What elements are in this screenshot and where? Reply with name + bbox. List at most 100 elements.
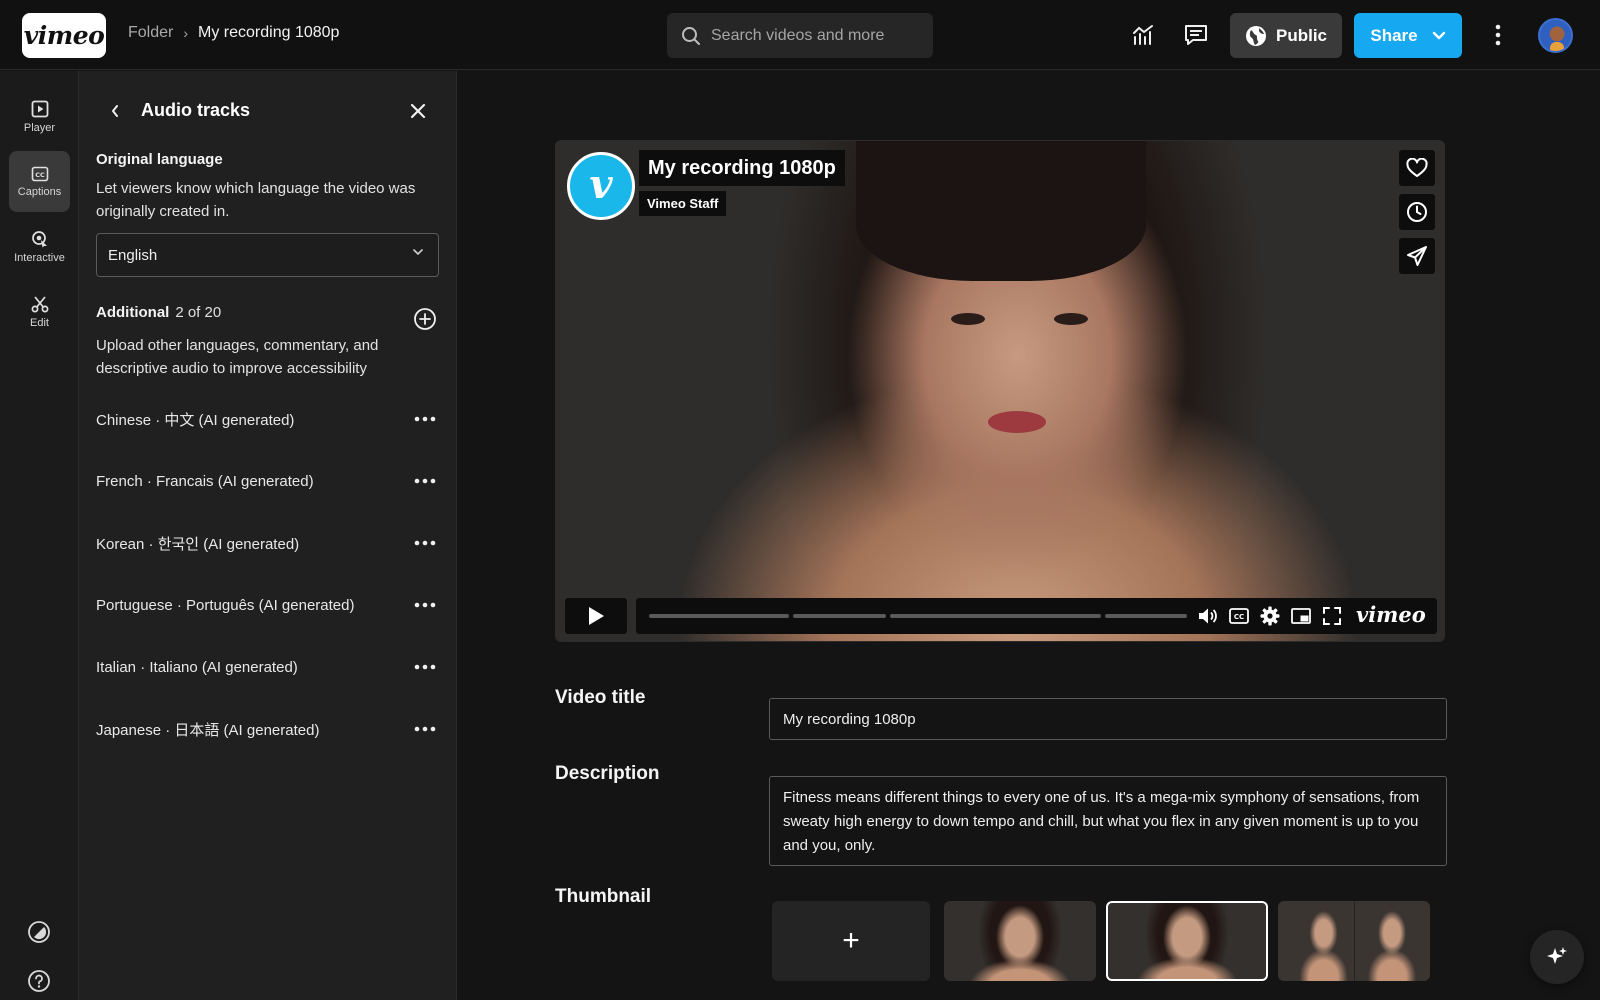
progress-chapter[interactable] [890, 614, 1101, 618]
more-horizontal-icon[interactable] [412, 718, 438, 740]
more-horizontal-icon[interactable] [412, 656, 438, 678]
more-vertical-icon[interactable] [1483, 20, 1513, 50]
progress-chapter[interactable] [1105, 614, 1187, 618]
rail-item-captions[interactable]: CC Captions [9, 151, 70, 212]
captions-cc-icon[interactable]: CC [1228, 605, 1250, 627]
video-title-label: Video title [555, 687, 646, 708]
player-icon [31, 100, 48, 117]
player-control-bar: CC vimeo [636, 598, 1437, 634]
analytics-icon[interactable] [1128, 20, 1158, 50]
player-controls: CC vimeo [565, 598, 1437, 634]
audio-track-label: Chinese · 中文 (AI generated) [96, 411, 295, 429]
privacy-public-button[interactable]: Public [1230, 13, 1342, 58]
user-avatar[interactable] [1538, 18, 1573, 53]
breadcrumb-folder-link[interactable]: Folder [128, 24, 173, 42]
video-frame-hair [856, 141, 1146, 281]
watch-later-clock-icon[interactable] [1399, 194, 1435, 230]
vimeo-logo[interactable]: vimeo [22, 13, 106, 58]
help-icon[interactable] [24, 966, 54, 996]
player-vimeo-logo[interactable]: vimeo [1356, 602, 1426, 627]
audio-track-item[interactable]: Japanese · 日本語 (AI generated) [96, 714, 441, 744]
audio-track-label: Korean · 한국인 (AI generated) [96, 535, 300, 553]
audio-track-item[interactable]: French · Francais (AI generated) [96, 466, 441, 496]
captions-icon: CC [31, 166, 48, 181]
additional-label: Additional [96, 304, 170, 321]
video-frame-lips [988, 411, 1046, 433]
breadcrumb-separator: › [183, 25, 189, 41]
ai-sparkle-button[interactable] [1530, 930, 1584, 984]
comments-icon[interactable] [1181, 20, 1211, 50]
appearance-icon[interactable] [24, 917, 54, 947]
picture-in-picture-icon[interactable] [1290, 605, 1312, 627]
description-label: Description [555, 763, 660, 784]
audio-track-label: Japanese · 日本語 (AI generated) [96, 721, 320, 739]
video-frame-eye [951, 313, 985, 325]
additional-title: Additional 2 of 20 [96, 304, 221, 321]
audio-track-item[interactable]: Italian · Italiano (AI generated) [96, 652, 441, 682]
additional-description: Upload other languages, commentary, and … [96, 337, 379, 377]
share-button[interactable]: Share [1354, 13, 1462, 58]
like-heart-icon[interactable] [1399, 150, 1435, 186]
rail-item-edit[interactable]: Edit [9, 281, 70, 342]
search-input[interactable] [711, 26, 911, 45]
share-label: Share [1370, 25, 1418, 45]
progress-chapter[interactable] [649, 614, 789, 618]
audio-tracks-panel: Audio tracks Original language Let viewe… [79, 71, 457, 1000]
original-language-title: Original language [96, 151, 223, 168]
thumbnail-label: Thumbnail [555, 886, 652, 907]
rail-item-player[interactable]: Player [9, 86, 70, 147]
progress-chapter[interactable] [793, 614, 886, 618]
rail-item-interactive[interactable]: Interactive [9, 216, 70, 277]
fullscreen-icon[interactable] [1321, 605, 1343, 627]
sparkle-icon [1547, 947, 1567, 964]
search-bar[interactable] [667, 13, 933, 58]
selected-language: English [108, 246, 158, 264]
original-language-description: Let viewers know which language the vide… [96, 180, 416, 220]
more-horizontal-icon[interactable] [412, 594, 438, 616]
logo-text: vimeo [23, 21, 105, 50]
chevron-down-icon [413, 249, 423, 256]
back-chevron-icon[interactable] [103, 99, 127, 123]
audio-track-label: Portuguese · Português (AI generated) [96, 596, 355, 614]
rail-item-label: Interactive [14, 251, 65, 264]
top-bar: vimeo Folder › My recording 1080p Public… [0, 0, 1600, 70]
thumbnail-option[interactable] [1278, 901, 1430, 981]
panel-title: Audio tracks [141, 100, 251, 120]
breadcrumb-current: My recording 1080p [198, 24, 340, 41]
more-horizontal-icon[interactable] [412, 470, 438, 492]
video-frame-eye [1054, 313, 1088, 325]
thumbnail-option[interactable] [944, 901, 1096, 981]
rail-item-label: Player [23, 121, 56, 134]
thumbnail-option-selected[interactable] [1106, 901, 1268, 981]
rail-item-label: Edit [30, 316, 49, 329]
main-content: v My recording 1080p Vimeo Staff CC vime… [458, 71, 1600, 1000]
original-language-select[interactable]: English [96, 233, 439, 277]
audio-track-item[interactable]: Korean · 한국인 (AI generated) [96, 528, 441, 558]
chevron-down-icon [1432, 31, 1445, 39]
audio-track-label: French · Francais (AI generated) [96, 472, 314, 490]
audio-track-item[interactable]: Chinese · 中文 (AI generated) [96, 404, 441, 434]
close-icon[interactable] [405, 98, 431, 124]
volume-icon[interactable] [1197, 605, 1219, 627]
left-rail: Player CC Captions Interactive Edit [0, 71, 79, 1000]
public-label: Public [1275, 25, 1327, 45]
additional-count: 2 of 20 [175, 304, 222, 321]
search-icon [682, 26, 700, 45]
audio-track-item[interactable]: Portuguese · Português (AI generated) [96, 590, 441, 620]
svg-text:CC: CC [1234, 613, 1244, 621]
player-video-title[interactable]: My recording 1080p [639, 150, 845, 186]
video-title-input[interactable] [769, 698, 1447, 740]
vimeo-badge-icon[interactable]: v [567, 152, 635, 220]
video-player[interactable]: v My recording 1080p Vimeo Staff CC vime… [555, 140, 1445, 642]
add-thumbnail-button[interactable]: + [772, 901, 930, 981]
add-track-icon[interactable] [413, 307, 437, 331]
play-icon[interactable] [565, 598, 627, 634]
share-send-icon[interactable] [1399, 238, 1435, 274]
more-horizontal-icon[interactable] [412, 532, 438, 554]
more-horizontal-icon[interactable] [412, 408, 438, 430]
svg-text:CC: CC [35, 171, 45, 179]
audio-track-label: Italian · Italiano (AI generated) [96, 658, 298, 676]
description-textarea[interactable]: Fitness means different things to every … [769, 776, 1447, 866]
settings-gear-icon[interactable] [1259, 605, 1281, 627]
player-owner[interactable]: Vimeo Staff [639, 191, 727, 216]
